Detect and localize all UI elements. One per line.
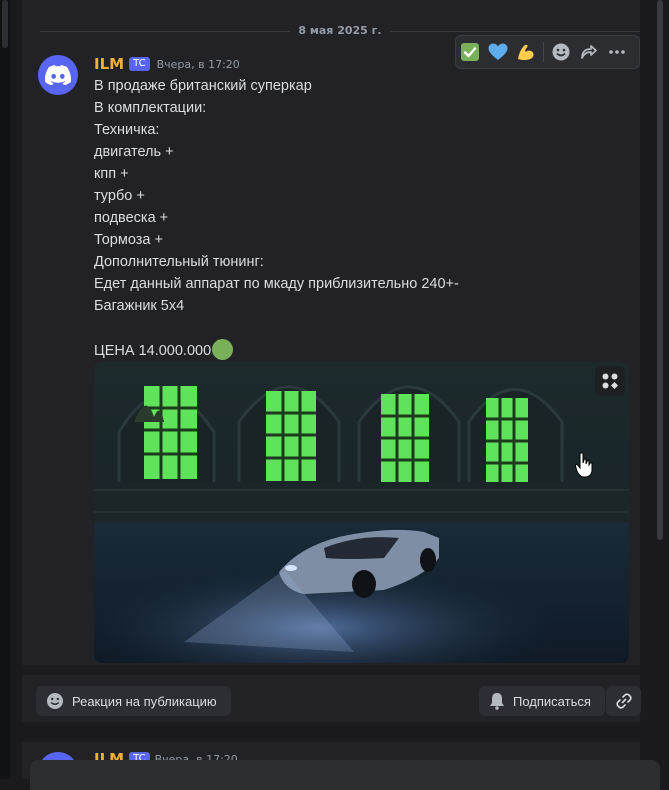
add-reaction-icon[interactable] — [547, 38, 575, 66]
image-attachment[interactable] — [94, 362, 629, 663]
image-options-button[interactable] — [595, 366, 625, 396]
blue-heart-emoji[interactable] — [484, 38, 512, 66]
message-composer[interactable] — [30, 760, 660, 790]
heart-icon — [488, 43, 508, 60]
copy-link-button[interactable] — [606, 686, 641, 716]
message-line: двигатель + — [94, 144, 174, 160]
date-divider-label: 8 мая 2025 г. — [290, 24, 390, 37]
subscribe-button-label: Подписаться — [513, 693, 591, 709]
subscribe-button[interactable]: Подписаться — [479, 686, 605, 716]
more-icon[interactable] — [603, 38, 631, 66]
message-timestamp: Вчера, в 17:20 — [156, 57, 240, 71]
left-scrollbar-thumb[interactable] — [2, 0, 8, 48]
author-name[interactable]: ILM — [94, 55, 124, 73]
server-tag[interactable]: TC — [129, 57, 150, 71]
hand-cursor-icon — [575, 452, 593, 478]
message-content: В продаже британский суперкар В комплект… — [94, 75, 614, 361]
white-check-mark-emoji[interactable] — [456, 38, 484, 66]
toolbar-separator — [543, 42, 544, 62]
left-scrollbar[interactable] — [0, 0, 10, 779]
discord-logo-icon — [45, 65, 71, 85]
react-button-label: Реакция на публикацию — [72, 693, 217, 709]
check-mark-icon — [461, 43, 479, 61]
avatar[interactable] — [38, 55, 78, 95]
forward-icon[interactable] — [575, 38, 603, 66]
post-separator — [22, 722, 640, 742]
message-header: ILM TC Вчера, в 17:20 — [94, 55, 240, 73]
bell-icon — [490, 693, 504, 710]
message-line: Тормоза + — [94, 232, 163, 248]
right-scrollbar-thumb[interactable] — [657, 0, 663, 540]
price-text: ЦЕНА 14.000.000 — [94, 343, 212, 359]
react-to-post-button[interactable]: Реакция на публикацию — [36, 686, 231, 716]
message-line: Едет данный аппарат по мкаду приблизител… — [94, 276, 459, 292]
message-line — [94, 317, 614, 339]
flexed-biceps-emoji[interactable] — [512, 38, 540, 66]
price-line: ЦЕНА 14.000.000 — [94, 339, 614, 361]
message-line: кпп + — [94, 166, 129, 182]
message-line: Техничка: — [94, 122, 160, 138]
car-photo — [94, 362, 629, 663]
message-hover-toolbar — [455, 35, 640, 69]
message-line: В продаже британский суперкар — [94, 78, 312, 94]
message-line: Дополнительный тюнинг: — [94, 254, 264, 270]
apps-icon — [602, 373, 618, 389]
message-line: В комплектации: — [94, 100, 207, 116]
message-line: турбо + — [94, 188, 145, 204]
panel-divider — [22, 665, 640, 675]
message-line: подвеска + — [94, 210, 169, 226]
green-circle-icon — [212, 339, 234, 360]
link-icon — [615, 693, 632, 709]
message-line: Багажник 5x4 — [94, 298, 185, 314]
biceps-icon — [518, 44, 534, 61]
right-scrollbar[interactable] — [655, 0, 665, 779]
emoji-smile-icon — [47, 693, 63, 709]
